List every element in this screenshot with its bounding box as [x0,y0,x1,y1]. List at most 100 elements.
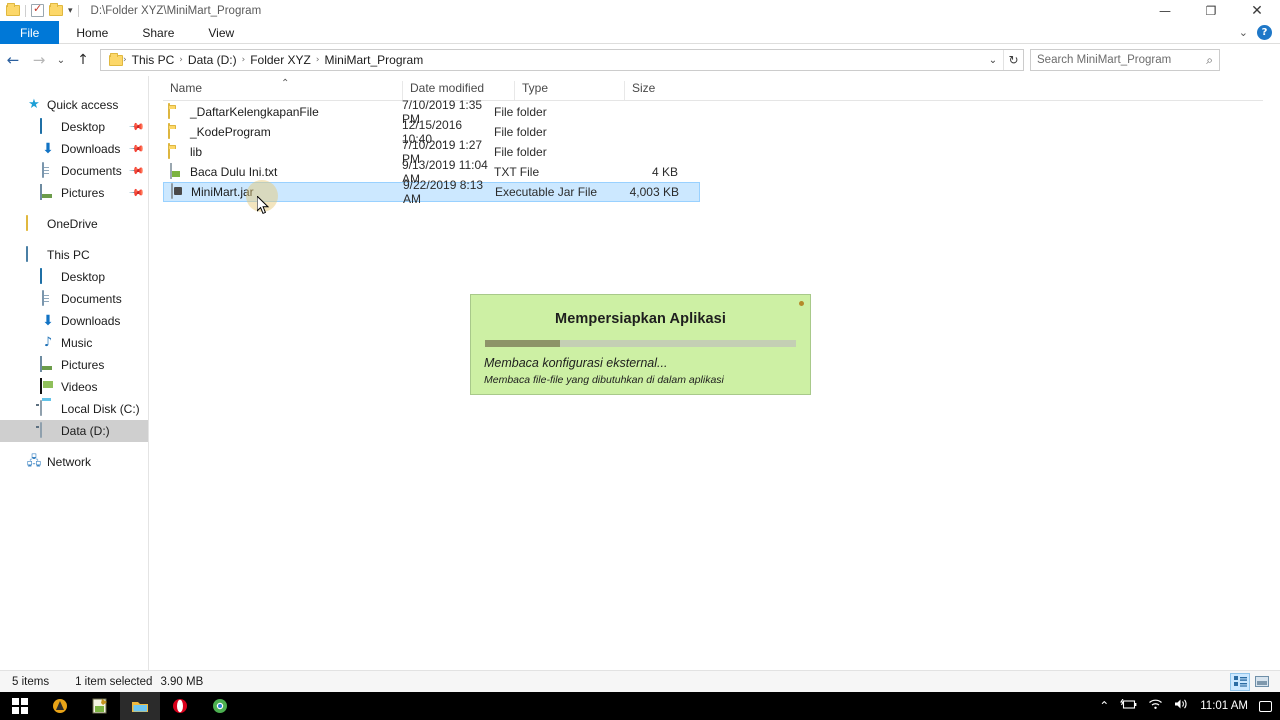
tab-home[interactable]: Home [59,21,125,44]
search-input[interactable]: Search MiniMart_Program ⌕ [1030,49,1220,71]
battery-icon[interactable] [1120,697,1137,715]
breadcrumb-item-data-d[interactable]: Data (D:) [183,53,242,67]
pin-icon[interactable]: 📌 [127,163,144,180]
column-header-size[interactable]: Size [624,81,694,100]
sidebar-item-this-pc[interactable]: This PC [0,244,148,266]
sidebar-item-quick-access[interactable]: ★ Quick access [0,94,148,116]
folder-icon [168,103,170,119]
sidebar-item-label: Local Disk (C:) [61,402,140,416]
divider [25,4,26,17]
file-name-cell: lib [163,143,402,160]
table-row[interactable]: MiniMart.jar 9/22/2019 8:13 AM Executabl… [163,178,700,206]
sort-ascending-icon: ⌃ [281,78,290,89]
restore-button[interactable]: ❐ [1188,0,1234,21]
sidebar-item-pc-pictures[interactable]: Pictures [0,354,148,376]
item-count: 5 items [12,675,50,688]
download-icon: ⬇ [42,313,54,329]
sidebar-item-label: Music [61,336,93,350]
network-icon: 🖧 [26,454,42,469]
pin-icon[interactable]: 📌 [127,141,144,158]
sidebar-item-pc-music[interactable]: ♪ Music [0,332,148,354]
music-icon: ♪ [43,335,53,350]
document-icon [42,290,44,306]
tab-file[interactable]: File [0,21,60,44]
vlc-icon[interactable] [40,692,80,720]
breadcrumb-item-this-pc[interactable]: This PC [127,53,180,67]
address-bar[interactable]: › This PC › Data (D:) › Folder XYZ › Min… [100,49,1024,71]
view-toggle-group [1230,672,1280,691]
sidebar-item-pc-videos[interactable]: Videos [0,376,148,398]
minimize-button[interactable]: — [1142,0,1188,21]
status-dot-icon [799,301,804,306]
monitor-icon [40,268,42,284]
column-header-label: Date modified [410,81,485,95]
ribbon-tabs: File Home Share View ⌄ ? [0,21,1280,44]
wifi-icon[interactable] [1148,697,1163,715]
opera-icon[interactable] [160,692,200,720]
mouse-cursor [257,196,270,215]
pin-icon[interactable]: 📌 [127,185,144,202]
breadcrumb-item-folder-xyz[interactable]: Folder XYZ [245,53,316,67]
chevron-down-icon[interactable]: ▾ [68,6,73,16]
file-name: Baca Dulu Ini.txt [190,165,278,179]
start-icon[interactable] [0,692,40,720]
sidebar-item-pc-documents[interactable]: Documents [0,288,148,310]
selection-count: 1 item selected [75,675,153,688]
file-name: _DaftarKelengkapanFile [190,105,319,119]
clock[interactable]: 11:01 AM [1200,700,1248,712]
up-button[interactable]: ↑ [70,47,96,73]
file-explorer-icon[interactable] [120,692,160,720]
chevron-up-icon[interactable]: ⌃ [1099,699,1109,713]
close-button[interactable]: ✕ [1234,0,1280,21]
forward-button[interactable]: → [26,47,52,73]
notification-icon[interactable] [1259,700,1272,712]
properties-icon[interactable] [31,2,44,17]
notepad-plus-icon[interactable] [80,692,120,720]
help-icon[interactable]: ? [1257,24,1272,40]
recent-locations-button[interactable]: ⌄ [52,47,70,73]
sidebar-item-label: Data (D:) [61,424,110,438]
sidebar-item-documents[interactable]: Documents 📌 [0,160,148,182]
volume-icon[interactable] [1174,697,1189,715]
chevron-down-icon[interactable]: ⌄ [1239,26,1248,39]
sidebar-item-local-disk-c[interactable]: Local Disk (C:) [0,398,148,420]
sidebar-item-desktop[interactable]: Desktop 📌 [0,116,148,138]
address-tools: ⌄ ↻ [983,50,1023,70]
file-size: 4 KB [651,165,678,179]
column-header-type[interactable]: Type [514,81,624,100]
large-icons-view-icon[interactable] [1252,673,1272,691]
sidebar-item-pc-downloads[interactable]: ⬇ Downloads [0,310,148,332]
tab-view[interactable]: View [191,21,251,44]
pin-icon[interactable]: 📌 [127,119,144,136]
search-placeholder: Search MiniMart_Program [1037,54,1172,66]
search-icon[interactable]: ⌕ [1206,53,1213,68]
file-rows: _DaftarKelengkapanFile 7/10/2019 1:35 PM… [163,98,700,206]
column-header-name[interactable]: ⌃ Name [163,78,402,100]
chrome-icon[interactable] [200,692,240,720]
sidebar-item-onedrive[interactable]: OneDrive [0,213,148,235]
back-button[interactable]: ← [0,47,26,73]
sidebar-item-label: Pictures [61,186,105,200]
sidebar-item-downloads[interactable]: ⬇ Downloads 📌 [0,138,148,160]
folder-icon[interactable] [6,3,20,16]
sidebar-item-pc-desktop[interactable]: Desktop [0,266,148,288]
new-folder-icon[interactable] [49,3,63,16]
quick-access-toolbar: ▾ D:\Folder XYZ\MiniMart_Program [0,2,261,17]
star-icon: ★ [28,97,40,112]
column-header-label: Type [522,81,549,95]
chevron-down-icon[interactable]: ⌄ [983,50,1003,70]
details-view-icon[interactable] [1230,672,1250,691]
sidebar-item-data-d[interactable]: Data (D:) [0,420,148,442]
refresh-icon[interactable]: ↻ [1003,50,1023,70]
breadcrumb-item-minimart-program[interactable]: MiniMart_Program [320,53,429,67]
tab-share[interactable]: Share [125,21,191,44]
sidebar-item-network[interactable]: 🖧 Network [0,451,148,473]
sidebar-item-pictures[interactable]: Pictures 📌 [0,182,148,204]
file-type: TXT File [494,165,540,179]
onedrive-folder-icon [26,215,28,231]
jar-file-icon [171,183,173,199]
file-name: MiniMart.jar [191,185,254,199]
disk-icon [40,400,42,416]
file-name-cell: Baca Dulu Ini.txt [163,163,402,180]
